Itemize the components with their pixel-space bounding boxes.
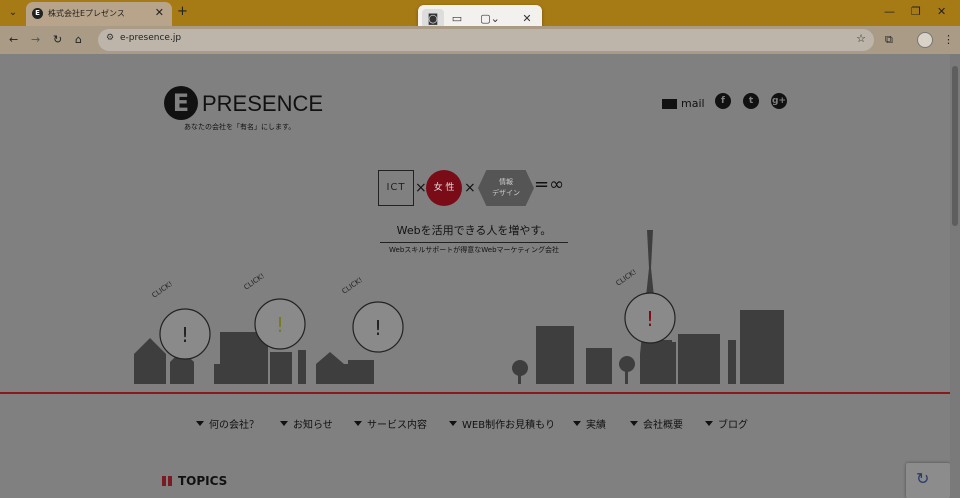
click-label-2: CLICK! [243, 272, 267, 292]
nav-item-company[interactable]: 会社概要 [630, 416, 683, 431]
twitter-icon[interactable]: t [743, 93, 759, 109]
url-text: e-presence.jp [120, 33, 182, 43]
person-5 [342, 364, 348, 384]
logo-tagline: あなたの会社を「有名」にします。 [184, 123, 296, 131]
profile-avatar[interactable] [917, 32, 933, 48]
recaptcha-badge[interactable]: ↻ [906, 463, 950, 498]
mail-label[interactable]: mail [681, 97, 705, 110]
building-right-5 [740, 310, 784, 384]
address-bar[interactable]: ⚙ e-presence.jp ☆ [98, 29, 874, 51]
person-1 [214, 364, 220, 384]
building-right-2 [586, 348, 612, 384]
reload-icon[interactable]: ↻ [53, 33, 62, 46]
person-4 [298, 350, 306, 384]
forward-icon[interactable]: → [31, 33, 40, 46]
cityscape-illustration: ! ! ! ! CLICK! CLICK! CLICK! CLICK! [134, 230, 784, 384]
active-tab[interactable]: E 株式会社Eプレゼンス ✕ [26, 2, 172, 26]
house-3 [316, 352, 344, 384]
nav-item-works[interactable]: 実績 [573, 416, 606, 431]
bubble-1-mark: ! [181, 323, 189, 347]
site-info-icon[interactable]: ⚙ [106, 33, 114, 43]
logo-wordmark: PRESENCE [202, 91, 324, 116]
formula-design: 情報 デザイン [478, 170, 534, 206]
page-scrollbar[interactable] [950, 54, 960, 498]
formula-josei: 女 性 [426, 170, 462, 206]
topics-grid-icon [162, 476, 172, 486]
restore-icon[interactable]: ❐ [911, 5, 921, 18]
tab-title: 株式会社Eプレゼンス [48, 9, 125, 18]
formula-ict: ICT [378, 170, 414, 206]
nav-item-what[interactable]: 何の会社？ [196, 416, 259, 431]
formula-design-line1: 情報 [499, 178, 513, 186]
close-window-icon[interactable]: ✕ [937, 5, 946, 18]
bubble-4-mark: ! [646, 307, 654, 331]
nav-item-services[interactable]: サービス内容 [354, 416, 427, 431]
person-3 [242, 364, 248, 384]
extensions-icon[interactable]: ⧉ [885, 33, 893, 47]
home-icon[interactable]: ⌂ [75, 33, 82, 46]
new-tab-icon[interactable]: + [177, 4, 188, 19]
formula-times-2: × [464, 180, 476, 196]
click-label-1: CLICK! [151, 280, 175, 300]
nav-item-news[interactable]: お知らせ [280, 416, 333, 431]
house-1 [134, 338, 166, 384]
bookmark-star-icon[interactable]: ☆ [856, 32, 866, 45]
mail-icon[interactable] [662, 99, 677, 109]
bubble-3-mark: ! [374, 316, 382, 340]
building-left-3 [348, 360, 374, 384]
person-7 [728, 340, 736, 384]
tab-search-chevron-icon[interactable]: ⌄ [6, 6, 20, 20]
google-plus-icon[interactable]: g+ [771, 93, 787, 109]
formula-times-1: × [415, 180, 427, 196]
click-label-4: CLICK! [615, 268, 639, 288]
building-right-1 [536, 326, 574, 384]
building-right-4 [678, 334, 720, 384]
building-left-2 [270, 352, 292, 384]
recaptcha-icon: ↻ [916, 469, 930, 488]
web-page: E PRESENCE あなたの会社を「有名」にします。 mail f t g+ … [0, 54, 950, 498]
minimize-icon[interactable]: — [884, 5, 895, 18]
site-favicon-icon: E [32, 8, 43, 19]
nav-item-blog[interactable]: ブログ [705, 416, 748, 431]
person-2 [224, 360, 231, 384]
facebook-icon[interactable]: f [715, 93, 731, 109]
nav-item-estimate[interactable]: WEB制作お見積もり [449, 416, 555, 431]
close-tab-icon[interactable]: ✕ [155, 6, 164, 19]
tree-2-trunk [625, 364, 628, 384]
bubble-2-mark: ! [276, 313, 284, 337]
formula-design-line2: デザイン [492, 189, 520, 197]
person-6 [668, 342, 676, 384]
formula-result: =∞ [534, 174, 565, 195]
menu-kebab-icon[interactable]: ⋮ [943, 33, 954, 46]
tree-1-trunk [518, 368, 521, 384]
browser-toolbar: ← → ↻ ⌂ ⚙ e-presence.jp ☆ ⧉ ⋮ [0, 26, 960, 54]
scrollbar-thumb[interactable] [952, 66, 958, 226]
topics-label: TOPICS [178, 474, 228, 488]
logo-e-mark: E [164, 86, 198, 120]
back-icon[interactable]: ← [9, 33, 18, 46]
click-label-3: CLICK! [341, 276, 365, 296]
ground-line [0, 392, 950, 394]
